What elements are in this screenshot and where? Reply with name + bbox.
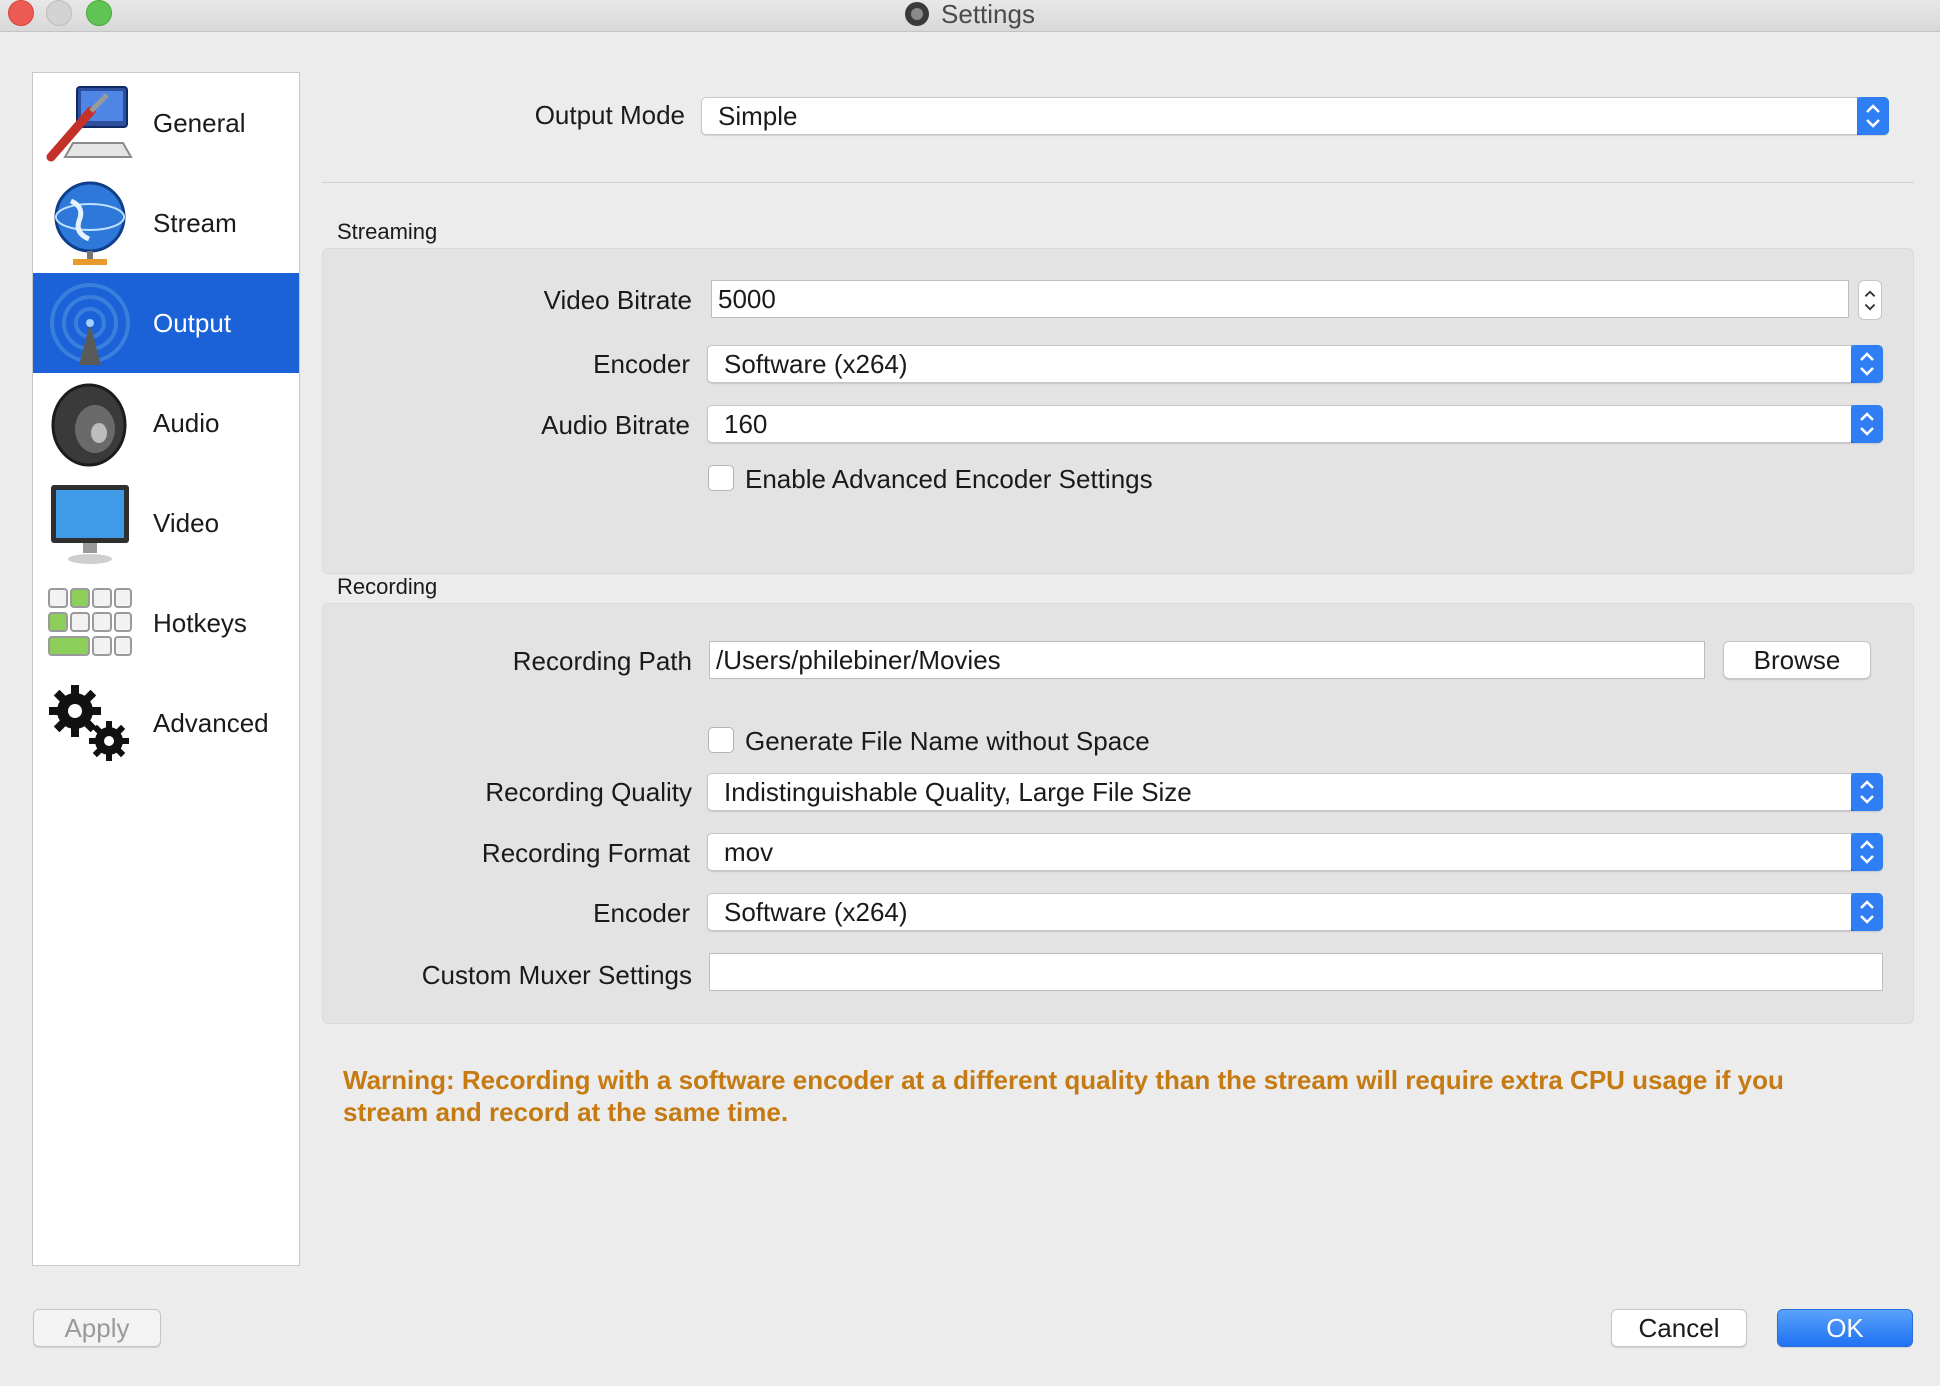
no-space-filename-label: Generate File Name without Space — [745, 726, 1150, 756]
video-bitrate-stepper[interactable] — [1858, 280, 1882, 320]
no-space-filename-checkbox[interactable] — [708, 727, 734, 753]
sidebar-item-label: Stream — [153, 208, 237, 238]
chevron-updown-icon — [1851, 405, 1883, 443]
advanced-encoder-checkbox[interactable] — [708, 465, 734, 491]
chevron-updown-icon — [1851, 833, 1883, 871]
chevron-updown-icon — [1851, 345, 1883, 383]
audio-bitrate-select[interactable]: 160 — [707, 405, 1883, 443]
ok-button[interactable]: OK — [1777, 1309, 1913, 1347]
recording-path-input[interactable]: /Users/philebiner/Movies — [709, 641, 1705, 679]
advanced-encoder-label: Enable Advanced Encoder Settings — [745, 464, 1153, 494]
broadcast-icon — [50, 283, 130, 365]
globe-icon — [54, 181, 126, 265]
general-icon — [46, 86, 133, 162]
sidebar-item-video[interactable]: Video — [33, 473, 299, 573]
cpu-warning-text: Warning: Recording with a software encod… — [343, 1064, 1784, 1128]
recording-encoder-select[interactable]: Software (x264) — [707, 893, 1883, 931]
sidebar-item-audio[interactable]: Audio — [33, 373, 299, 473]
audio-bitrate-value: 160 — [724, 409, 768, 439]
keyboard-icon — [48, 588, 132, 656]
recording-format-value: mov — [724, 837, 774, 867]
stream-encoder-value: Software (x264) — [724, 349, 908, 379]
output-mode-select[interactable]: Simple — [701, 97, 1889, 135]
cancel-button[interactable]: Cancel — [1611, 1309, 1747, 1347]
chevron-updown-icon — [1851, 893, 1883, 931]
recording-encoder-label: Encoder — [593, 898, 690, 928]
sidebar-item-stream[interactable]: Stream — [33, 173, 299, 273]
chevron-updown-icon — [1851, 773, 1883, 811]
apply-button[interactable]: Apply — [33, 1309, 161, 1347]
output-mode-label: Output Mode — [534, 100, 685, 130]
sidebar-item-advanced[interactable]: Advanced — [33, 673, 299, 773]
window-title: Settings — [0, 0, 1940, 30]
recording-format-select[interactable]: mov — [707, 833, 1883, 871]
window-title-text: Settings — [941, 0, 1035, 29]
browse-button[interactable]: Browse — [1723, 641, 1871, 679]
gears-icon — [49, 685, 129, 761]
recording-encoder-value: Software (x264) — [724, 897, 908, 927]
cpu-warning-line-1: Warning: Recording with a software encod… — [343, 1065, 1784, 1095]
output-mode-value: Simple — [718, 101, 798, 131]
sidebar-item-label: Hotkeys — [153, 608, 247, 638]
title-bar: Settings — [0, 0, 1940, 32]
stream-encoder-select[interactable]: Software (x264) — [707, 345, 1883, 383]
stream-encoder-label: Encoder — [593, 349, 690, 379]
cpu-warning-line-2: stream and record at the same time. — [343, 1097, 789, 1127]
video-bitrate-value: 5000 — [718, 284, 776, 314]
recording-quality-label: Recording Quality — [485, 777, 692, 807]
speaker-icon — [51, 383, 127, 467]
sidebar-item-general[interactable]: General — [33, 73, 299, 173]
recording-path-label: Recording Path — [512, 646, 692, 676]
audio-bitrate-label: Audio Bitrate — [541, 410, 690, 440]
sidebar-item-label: Audio — [153, 408, 220, 438]
sidebar-item-output[interactable]: Output — [33, 273, 299, 373]
stepper-arrows-icon — [1864, 290, 1876, 311]
custom-muxer-label: Custom Muxer Settings — [421, 960, 692, 990]
streaming-group-title: Streaming — [337, 219, 438, 244]
sidebar-item-label: Video — [153, 508, 220, 538]
sidebar-item-label: Output — [153, 308, 232, 338]
recording-quality-select[interactable]: Indistinguishable Quality, Large File Si… — [707, 773, 1883, 811]
custom-muxer-input[interactable] — [709, 953, 1883, 991]
section-divider — [322, 182, 1914, 183]
sidebar-item-hotkeys[interactable]: Hotkeys — [33, 573, 299, 673]
recording-format-label: Recording Format — [481, 838, 690, 868]
recording-group-title: Recording — [337, 574, 438, 599]
video-bitrate-label: Video Bitrate — [543, 285, 692, 315]
settings-window: Settings General Stream Output Audio Vid… — [0, 0, 1940, 1386]
video-bitrate-input[interactable]: 5000 — [711, 280, 1849, 318]
monitor-icon — [51, 485, 129, 564]
recording-path-value: /Users/philebiner/Movies — [716, 645, 1001, 675]
recording-quality-value: Indistinguishable Quality, Large File Si… — [724, 777, 1192, 807]
obs-logo-icon — [905, 2, 930, 26]
settings-sidebar: General Stream Output Audio Video Hotkey… — [32, 72, 300, 1266]
chevron-updown-icon — [1857, 97, 1889, 135]
sidebar-item-label: Advanced — [153, 708, 269, 738]
sidebar-item-label: General — [153, 108, 246, 138]
